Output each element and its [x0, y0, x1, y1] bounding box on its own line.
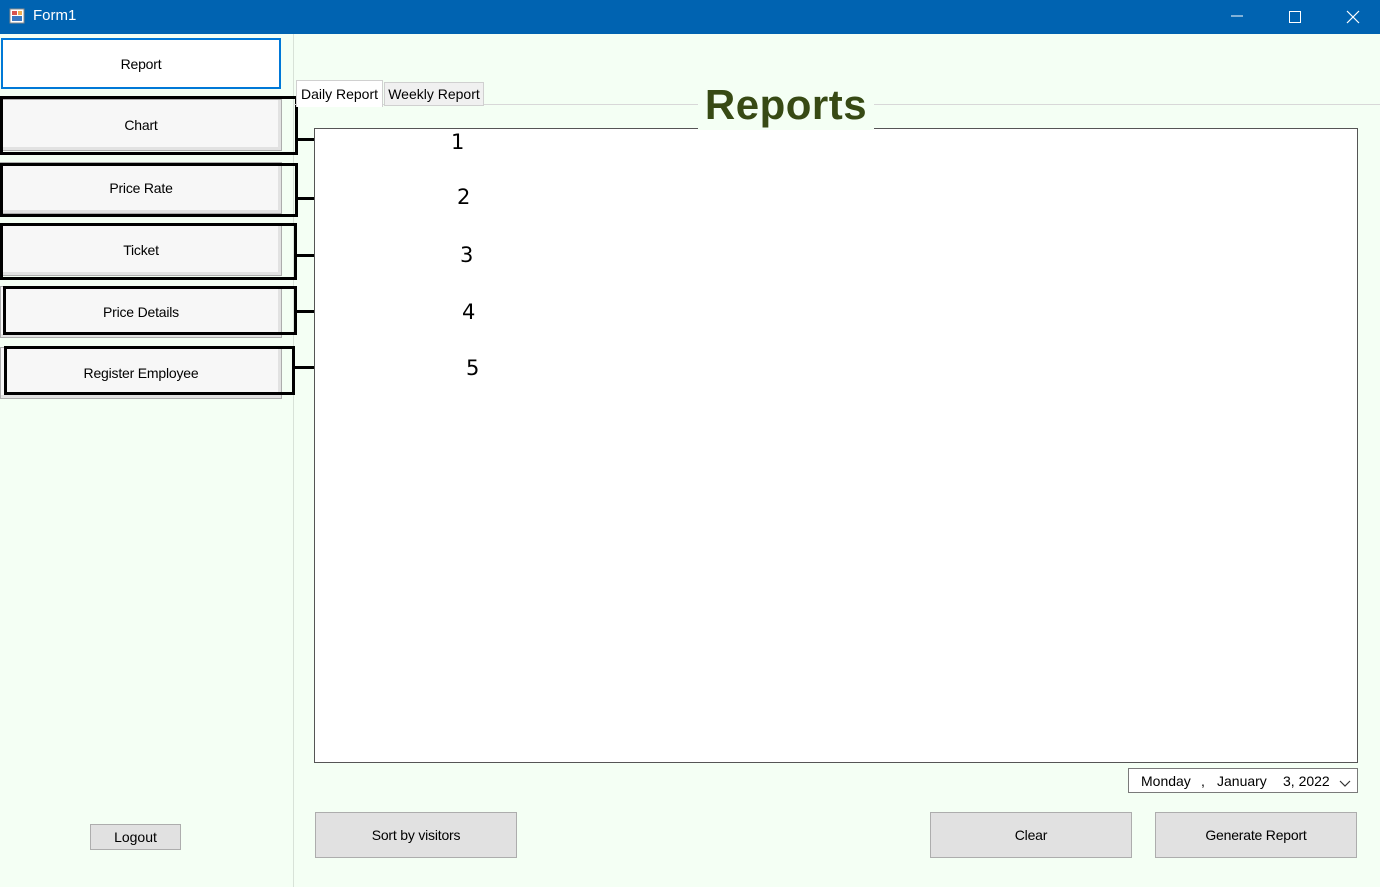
window-title: Form1	[33, 7, 77, 24]
callout-box-2	[0, 163, 298, 217]
date-picker-separator: ,	[1201, 773, 1205, 789]
date-picker-month: January	[1217, 773, 1267, 789]
button-label: Clear	[1014, 827, 1048, 843]
close-icon	[1346, 10, 1360, 24]
tab-weekly-report[interactable]: Weekly Report	[384, 82, 484, 106]
app-icon	[9, 8, 25, 24]
sort-by-visitors-button[interactable]: Sort by visitors	[315, 812, 517, 858]
button-label: Sort by visitors	[371, 827, 461, 843]
tab-daily-report[interactable]: Daily Report	[296, 80, 383, 107]
tab-label: Weekly Report	[388, 86, 480, 102]
date-picker[interactable]: Monday , January 3, 2022	[1128, 768, 1358, 793]
title-bar: Form1	[0, 0, 1380, 34]
sidebar-divider	[293, 34, 294, 887]
page-title: Reports	[698, 80, 874, 130]
date-picker-date: 3, 2022	[1283, 773, 1330, 789]
maximize-button[interactable]	[1272, 0, 1318, 34]
generate-report-button[interactable]: Generate Report	[1155, 812, 1357, 858]
callout-box-4	[3, 286, 297, 335]
callout-number-3: 3	[460, 243, 474, 267]
callout-number-2: 2	[457, 185, 471, 209]
minimize-icon	[1231, 15, 1243, 17]
report-display-area[interactable]	[314, 128, 1358, 763]
callout-number-4: 4	[462, 300, 476, 324]
logout-button[interactable]: Logout	[90, 824, 181, 850]
callout-box-3	[0, 223, 297, 280]
callout-number-1: 1	[451, 130, 465, 154]
clear-button[interactable]: Clear	[930, 812, 1132, 858]
callout-number-5: 5	[466, 356, 480, 380]
sidebar-item-report[interactable]: Report	[1, 38, 281, 89]
minimize-button[interactable]	[1214, 0, 1260, 34]
callout-box-5	[4, 346, 295, 395]
chevron-down-icon[interactable]	[1339, 776, 1351, 792]
date-picker-day: Monday	[1141, 773, 1191, 789]
close-button[interactable]	[1330, 0, 1376, 34]
callout-box-1	[0, 96, 298, 155]
sidebar-item-label: Report	[120, 55, 162, 72]
tab-label: Daily Report	[300, 86, 379, 102]
maximize-icon	[1289, 11, 1301, 23]
button-label: Logout	[114, 829, 157, 845]
button-label: Generate Report	[1205, 827, 1307, 843]
